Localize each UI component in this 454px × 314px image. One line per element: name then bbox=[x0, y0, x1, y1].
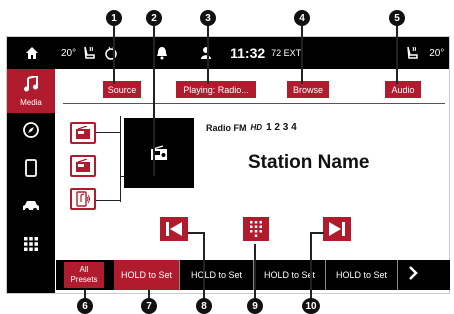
leader-line bbox=[188, 232, 204, 234]
sidebar-item-vehicle[interactable] bbox=[7, 189, 55, 227]
outside-temp: 72 EXT bbox=[271, 48, 302, 58]
bracket-line bbox=[96, 132, 120, 133]
all-presets-button[interactable]: All Presets bbox=[64, 262, 104, 288]
passenger-temp[interactable]: 20° bbox=[429, 48, 444, 59]
seek-back-button[interactable] bbox=[159, 216, 189, 246]
status-bar: 20° 11:32 72 EXT 20° bbox=[7, 37, 449, 69]
all-presets-label-line2: Presets bbox=[70, 275, 98, 284]
bracket-line bbox=[120, 116, 121, 202]
car-icon bbox=[22, 199, 40, 218]
sidebar-item-phone[interactable] bbox=[7, 151, 55, 189]
source-info: Radio FM HD 1 2 3 4 bbox=[206, 122, 297, 133]
sidebar: Media bbox=[7, 69, 55, 293]
source-name: Radio FM bbox=[206, 122, 247, 133]
preset-slot-1[interactable]: HOLD to Set bbox=[114, 260, 180, 290]
bracket-line bbox=[96, 200, 120, 201]
callout-9: 9 bbox=[247, 298, 263, 314]
callout-10: 10 bbox=[302, 298, 320, 314]
driver-heated-seat-icon[interactable] bbox=[82, 45, 98, 61]
sidebar-item-label: Media bbox=[20, 97, 42, 107]
sidebar-item-navigation[interactable] bbox=[7, 113, 55, 151]
leader-line bbox=[396, 26, 398, 84]
media-player-icon[interactable] bbox=[70, 188, 96, 210]
steering-heat-icon[interactable] bbox=[104, 46, 118, 60]
seek-forward-icon bbox=[323, 216, 351, 246]
chevron-right-icon bbox=[408, 265, 418, 285]
callout-6: 6 bbox=[77, 298, 93, 314]
sidebar-item-apps[interactable] bbox=[7, 227, 55, 265]
apps-grid-icon bbox=[23, 236, 39, 257]
callout-8: 8 bbox=[196, 298, 212, 314]
leader-line bbox=[113, 26, 115, 84]
callout-2: 2 bbox=[146, 10, 162, 26]
notification-bell-icon[interactable] bbox=[156, 46, 168, 60]
leader-line bbox=[301, 26, 303, 84]
tab-playing[interactable]: Playing: Radio... bbox=[176, 81, 256, 98]
all-presets-label-line1: All bbox=[79, 265, 89, 274]
seek-back-icon bbox=[160, 216, 188, 246]
preset-slot-3[interactable]: HOLD to Set bbox=[254, 260, 326, 290]
album-art bbox=[124, 118, 194, 188]
phone-icon bbox=[25, 158, 37, 182]
seek-forward-button[interactable] bbox=[322, 216, 352, 246]
preset-slot-4[interactable]: HOLD to Set bbox=[326, 260, 398, 290]
tab-browse[interactable]: Browse bbox=[287, 81, 329, 98]
sidebar-item-media[interactable]: Media bbox=[7, 69, 55, 113]
music-note-icon bbox=[24, 74, 38, 97]
tab-source[interactable]: Source bbox=[103, 81, 141, 98]
hd-radio-icon: HD bbox=[250, 123, 263, 132]
driver-temp[interactable]: 20° bbox=[61, 48, 76, 59]
callout-5: 5 bbox=[389, 10, 405, 26]
leader-line bbox=[310, 232, 324, 234]
compass-icon bbox=[22, 121, 40, 144]
leader-line bbox=[153, 26, 155, 176]
direct-tune-button[interactable] bbox=[241, 216, 271, 246]
next-presets-button[interactable] bbox=[398, 260, 428, 290]
home-icon[interactable] bbox=[25, 46, 39, 60]
passenger-heated-seat-icon[interactable] bbox=[405, 45, 421, 61]
hd-channels[interactable]: 1 2 3 4 bbox=[266, 122, 297, 133]
leader-line bbox=[207, 26, 209, 84]
station-name: Station Name bbox=[248, 152, 370, 173]
radio-am-icon[interactable] bbox=[70, 122, 96, 144]
clock: 11:32 bbox=[230, 45, 266, 61]
radio-fm-icon[interactable] bbox=[70, 155, 96, 177]
callout-4: 4 bbox=[294, 10, 310, 26]
leader-line bbox=[203, 232, 205, 300]
callout-3: 3 bbox=[200, 10, 216, 26]
direct-tune-icon bbox=[243, 216, 269, 246]
presets-bar: All Presets HOLD to Set HOLD to Set HOLD… bbox=[56, 260, 450, 290]
leader-line bbox=[254, 244, 256, 300]
callout-7: 7 bbox=[141, 298, 157, 314]
tabs-divider bbox=[63, 103, 445, 104]
leader-line bbox=[310, 232, 312, 300]
preset-slot-2[interactable]: HOLD to Set bbox=[180, 260, 254, 290]
callout-1: 1 bbox=[106, 10, 122, 26]
tab-audio[interactable]: Audio bbox=[385, 81, 421, 98]
